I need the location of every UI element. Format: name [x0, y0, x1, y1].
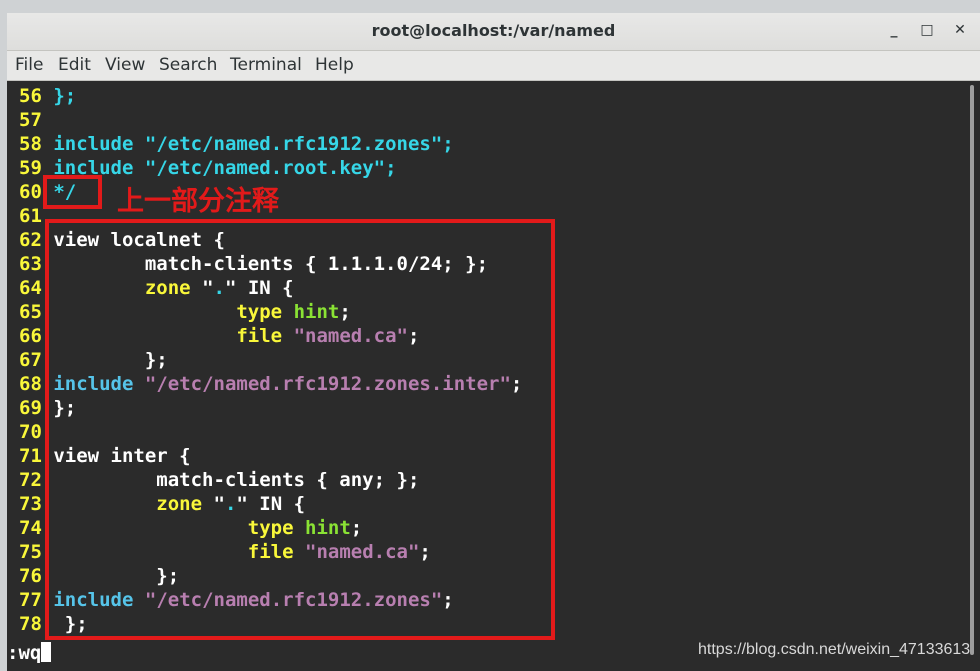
highlight-box-views	[45, 219, 555, 640]
line-number: 58	[19, 133, 42, 155]
line-number: 70	[19, 421, 42, 443]
maximize-button[interactable]: □	[916, 19, 938, 41]
command-text: :wq	[7, 642, 42, 664]
vim-command-line[interactable]: :wq	[7, 641, 52, 665]
string: "/etc/named.root.key"	[144, 157, 386, 179]
menu-search[interactable]: Search	[159, 55, 217, 75]
highlight-box-comment-end	[43, 175, 102, 209]
line-number: 63	[19, 253, 42, 275]
line-number: 76	[19, 565, 42, 587]
menu-help[interactable]: Help	[315, 55, 354, 75]
title-bar[interactable]: root@localhost:/var/named _ □ ✕	[7, 13, 980, 51]
line-number: 64	[19, 277, 42, 299]
line-number: 59	[19, 157, 42, 179]
vertical-scrollbar[interactable]	[968, 85, 976, 655]
line-number: 67	[19, 349, 42, 371]
annotation-label: 上一部分注释	[117, 186, 279, 217]
line-number: 73	[19, 493, 42, 515]
keyword: include	[53, 133, 134, 155]
line-number: 72	[19, 469, 42, 491]
menu-edit[interactable]: Edit	[58, 55, 91, 75]
line-number: 57	[19, 109, 42, 131]
code-line: 57	[19, 108, 42, 132]
menu-bar: File Edit View Search Terminal Help	[7, 51, 980, 81]
code-line: 56 };	[19, 84, 76, 108]
line-number: 77	[19, 589, 42, 611]
line-number: 78	[19, 613, 42, 635]
line-number: 75	[19, 541, 42, 563]
line-number: 69	[19, 397, 42, 419]
line-number: 71	[19, 445, 42, 467]
line-number: 68	[19, 373, 42, 395]
watermark-text: https://blog.csdn.net/weixin_47133613	[698, 641, 971, 658]
code-text: ;	[385, 157, 397, 179]
menu-file[interactable]: File	[15, 55, 43, 75]
scrollbar-thumb[interactable]	[970, 85, 974, 655]
text-cursor	[41, 642, 52, 662]
string: "/etc/named.rfc1912.zones"	[144, 133, 443, 155]
window-title: root@localhost:/var/named	[371, 21, 616, 40]
code-text: };	[53, 85, 77, 107]
code-text: ;	[442, 133, 454, 155]
line-number: 61	[19, 205, 42, 227]
menu-view[interactable]: View	[105, 55, 145, 75]
code-line: 70	[19, 420, 42, 444]
code-line: 61	[19, 204, 42, 228]
minimize-button[interactable]: _	[883, 19, 905, 41]
line-number: 66	[19, 325, 42, 347]
line-number: 56	[19, 85, 42, 107]
line-number: 65	[19, 301, 42, 323]
line-number: 74	[19, 517, 42, 539]
menu-terminal[interactable]: Terminal	[230, 55, 302, 75]
code-line: 58 include "/etc/named.rfc1912.zones";	[19, 132, 454, 156]
line-number: 60	[19, 181, 42, 203]
close-button[interactable]: ✕	[949, 19, 971, 41]
line-number: 62	[19, 229, 42, 251]
